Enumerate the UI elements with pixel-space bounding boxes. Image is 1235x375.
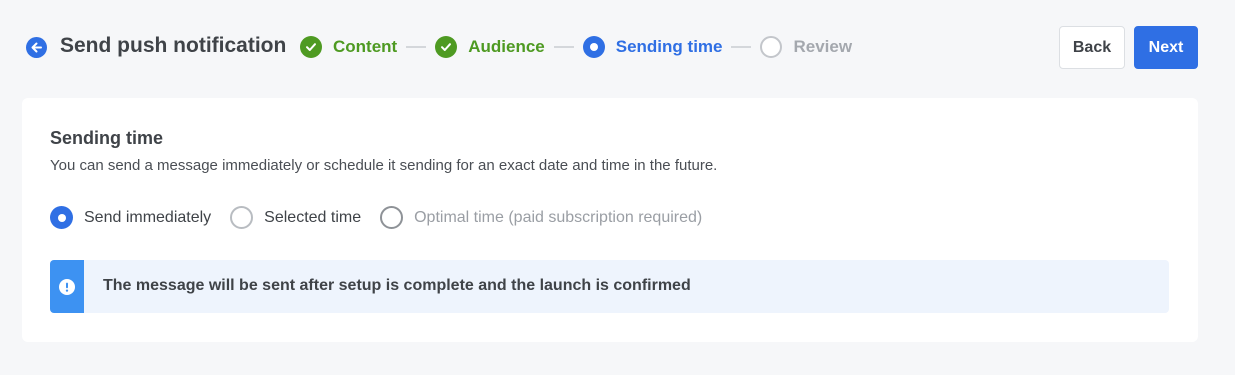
step-separator [406, 46, 427, 48]
step-review[interactable]: Review [760, 36, 852, 58]
sending-time-options: Send immediately Selected time Optimal t… [50, 206, 721, 229]
section-description: You can send a message immediately or sc… [50, 157, 718, 174]
sending-time-card: Sending time You can send a message imme… [22, 98, 1198, 342]
step-audience[interactable]: Audience [435, 36, 545, 58]
stepper: Content Audience Sending time Review [300, 35, 852, 59]
info-notice: The message will be sent after setup is … [50, 260, 1169, 313]
step-content[interactable]: Content [300, 36, 397, 58]
radio-label: Selected time [264, 208, 362, 226]
step-sending-time[interactable]: Sending time [582, 36, 723, 58]
check-icon [435, 36, 458, 58]
radio-checked-icon[interactable] [50, 206, 73, 229]
radio-label: Send immediately [84, 208, 212, 226]
radio-send-immediately[interactable]: Send immediately [50, 206, 211, 229]
step-separator [731, 46, 752, 48]
notice-text: The message will be sent after setup is … [103, 277, 691, 294]
section-title: Sending time [50, 128, 164, 148]
radio-disabled-icon [380, 206, 404, 229]
exclamation-icon [59, 278, 75, 295]
arrow-left-icon[interactable] [26, 37, 47, 58]
step-label: Audience [468, 37, 545, 56]
back-button[interactable]: Back [1059, 26, 1125, 69]
radio-label: Optimal time (paid subscription required… [414, 208, 703, 226]
radio-optimal-time: Optimal time (paid subscription required… [380, 206, 702, 229]
page-title: Send push notification [60, 34, 287, 57]
step-separator [553, 46, 574, 48]
radio-selected-time[interactable]: Selected time [230, 206, 361, 229]
notice-bar [50, 260, 84, 313]
step-label: Sending time [615, 37, 723, 56]
check-icon [300, 36, 322, 58]
current-step-icon [582, 36, 605, 58]
step-label: Review [793, 37, 853, 56]
radio-unchecked-icon[interactable] [230, 206, 254, 229]
step-label: Content [333, 37, 398, 56]
pending-step-icon [760, 36, 783, 58]
page-header: Send push notification Content Audience … [0, 0, 1235, 96]
next-button[interactable]: Next [1134, 26, 1198, 69]
